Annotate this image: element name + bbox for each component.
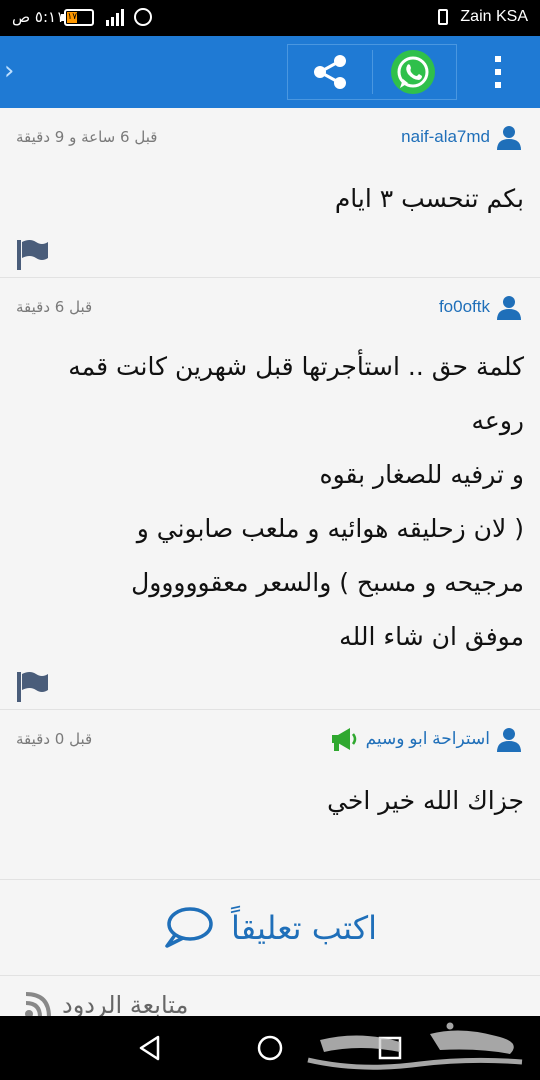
- alarm-icon: [134, 8, 152, 26]
- battery-level: ١٧: [67, 12, 78, 23]
- signal-icon: [106, 9, 124, 26]
- comment-username[interactable]: استراحة ابو وسيم: [366, 729, 490, 749]
- status-time: ٥:١١ ص: [12, 8, 65, 26]
- comment-time: قبل 0 دقيقة: [16, 730, 93, 748]
- write-comment-button[interactable]: اكتب تعليقاً: [0, 880, 540, 976]
- rss-icon: [25, 992, 51, 1018]
- nav-back-icon[interactable]: [136, 1034, 164, 1062]
- user-icon: [497, 126, 521, 150]
- comment-body: كلمة حق .. استأجرتها قبل شهرين كانت قمه …: [16, 340, 524, 664]
- report-flag-icon[interactable]: [14, 670, 50, 702]
- battery-nub: [61, 14, 64, 21]
- comment-time: قبل 6 دقيقة: [16, 298, 93, 316]
- haraj-watermark-logo: [307, 1022, 523, 1070]
- back-chevron-icon[interactable]: ›: [4, 56, 14, 86]
- battery-icon: ١٧: [64, 9, 94, 26]
- comment-body: بكم تنحسب ٣ ايام: [16, 172, 524, 226]
- follow-replies-label: متابعة الردود: [62, 991, 189, 1019]
- comment-username[interactable]: fo0oftk: [439, 297, 490, 317]
- carrier-name: Zain KSA: [460, 8, 528, 25]
- nav-home-icon[interactable]: [256, 1034, 284, 1062]
- comment-line: كلمة حق .. استأجرتها قبل شهرين كانت قمه: [68, 352, 524, 381]
- toolbar-divider: [372, 50, 373, 94]
- comment-author[interactable]: استراحة ابو وسيم: [328, 726, 522, 752]
- whatsapp-icon[interactable]: [388, 48, 438, 98]
- comment-time: قبل 6 ساعة و 9 دقيقة: [16, 128, 158, 146]
- sim-icon: [438, 9, 448, 25]
- comment-line: بكم تنحسب ٣ ايام: [334, 184, 524, 213]
- comment-item: naif-ala7md قبل 6 ساعة و 9 دقيقة بكم تنح…: [0, 108, 540, 278]
- share-icon[interactable]: [300, 50, 360, 94]
- comment-line: موفق ان شاء الله: [339, 622, 524, 651]
- comment-line: مرجيحه و مسبح ) والسعر معقووووول: [131, 568, 524, 597]
- comment-header: naif-ala7md قبل 6 ساعة و 9 دقيقة: [0, 108, 540, 150]
- report-flag-icon[interactable]: [14, 238, 50, 270]
- comment-line: جزاك الله خير اخي: [327, 786, 524, 815]
- comment-line: روعه: [471, 406, 524, 435]
- user-icon: [497, 728, 521, 752]
- comment-line: و ترفيه للصغار بقوه: [319, 460, 524, 489]
- app-toolbar: ›: [0, 36, 540, 108]
- comment-author[interactable]: fo0oftk: [439, 294, 522, 320]
- comment-author[interactable]: naif-ala7md: [401, 124, 522, 150]
- status-bar: ٥:١١ ص ١٧ Zain KSA: [0, 0, 540, 36]
- comment-item: استراحة ابو وسيم قبل 0 دقيقة جزاك الله خ…: [0, 710, 540, 880]
- comment-body: جزاك الله خير اخي: [16, 774, 524, 828]
- megaphone-icon: [331, 728, 356, 751]
- comment-item: fo0oftk قبل 6 دقيقة كلمة حق .. استأجرتها…: [0, 278, 540, 710]
- more-vertical-icon[interactable]: [486, 54, 510, 90]
- comment-username[interactable]: naif-ala7md: [401, 127, 490, 147]
- comment-header: fo0oftk قبل 6 دقيقة: [0, 278, 540, 320]
- user-icon: [497, 296, 521, 320]
- chat-bubble-icon: [165, 906, 213, 948]
- comment-header: استراحة ابو وسيم قبل 0 دقيقة: [0, 710, 540, 752]
- comment-line: ( لان زحليقه هوائيه و ملعب صابوني و: [136, 514, 524, 543]
- write-comment-label: اكتب تعليقاً: [231, 908, 377, 947]
